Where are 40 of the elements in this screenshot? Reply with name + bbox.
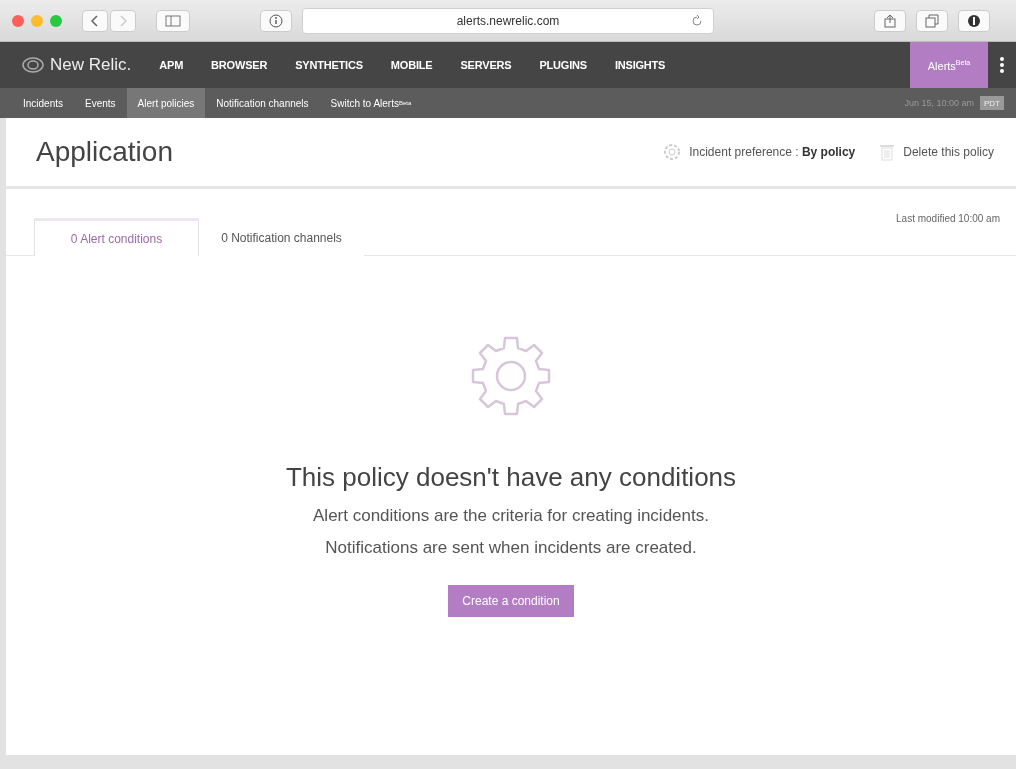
brand-name: New Relic. xyxy=(50,55,132,75)
delete-policy-link[interactable]: Delete this policy xyxy=(879,143,994,161)
empty-state-text: Notifications are sent when incidents are created. xyxy=(325,537,697,559)
sidebar-button[interactable] xyxy=(156,9,190,32)
subnav-tab[interactable]: Switch to Alerts$^{Beta}$ xyxy=(319,88,423,118)
forward-button[interactable] xyxy=(110,9,136,32)
share-icon[interactable] xyxy=(884,13,896,28)
address-field[interactable]: alerts.newrelic.com xyxy=(302,7,714,34)
extension-button[interactable] xyxy=(958,9,990,32)
incident-preference-link[interactable]: Incident preference : By policy xyxy=(663,143,856,161)
close-window-button[interactable] xyxy=(12,14,24,27)
extension-icon[interactable] xyxy=(967,13,981,28)
info-button[interactable] xyxy=(260,9,292,32)
tabs-icon[interactable] xyxy=(925,13,939,28)
nav-link[interactable]: PLUGINS xyxy=(539,59,587,71)
empty-state-title: This policy doesn't have any conditions xyxy=(285,462,737,493)
last-modified-text: Last modified 10:00 am xyxy=(896,213,1000,224)
gear-icon[interactable] xyxy=(663,143,682,161)
nav-link[interactable]: SERVERS xyxy=(460,59,512,71)
nav-link[interactable]: APM xyxy=(159,59,184,71)
more-icon[interactable] xyxy=(1000,56,1004,74)
zoom-window-button[interactable] xyxy=(50,14,62,27)
gear-icon xyxy=(469,334,553,418)
subnav-tab[interactable]: Events xyxy=(74,88,127,118)
back-button[interactable] xyxy=(82,9,108,32)
nav-link[interactable]: INSIGHTS xyxy=(614,59,666,71)
nav-link[interactable]: BROWSER xyxy=(211,59,268,71)
tabs-button[interactable] xyxy=(916,9,948,32)
logo-icon xyxy=(22,57,44,73)
sidebar-icon[interactable] xyxy=(165,14,181,27)
subnav-tab[interactable]: Incidents xyxy=(12,88,75,118)
subnav-tab[interactable]: Notification channels xyxy=(205,88,320,118)
tab[interactable]: 0 Alert conditions xyxy=(34,218,199,256)
info-icon[interactable] xyxy=(269,13,283,28)
nav-link[interactable]: SYNTHETICS xyxy=(295,59,363,71)
reload-icon[interactable] xyxy=(691,14,703,27)
policy-title: Application xyxy=(36,136,173,168)
nav-link[interactable]: MOBILE xyxy=(390,59,433,71)
subnav-tab[interactable]: Alert policies xyxy=(126,88,206,118)
empty-state-text: Alert conditions are the criteria for creating incidents. xyxy=(313,505,709,527)
